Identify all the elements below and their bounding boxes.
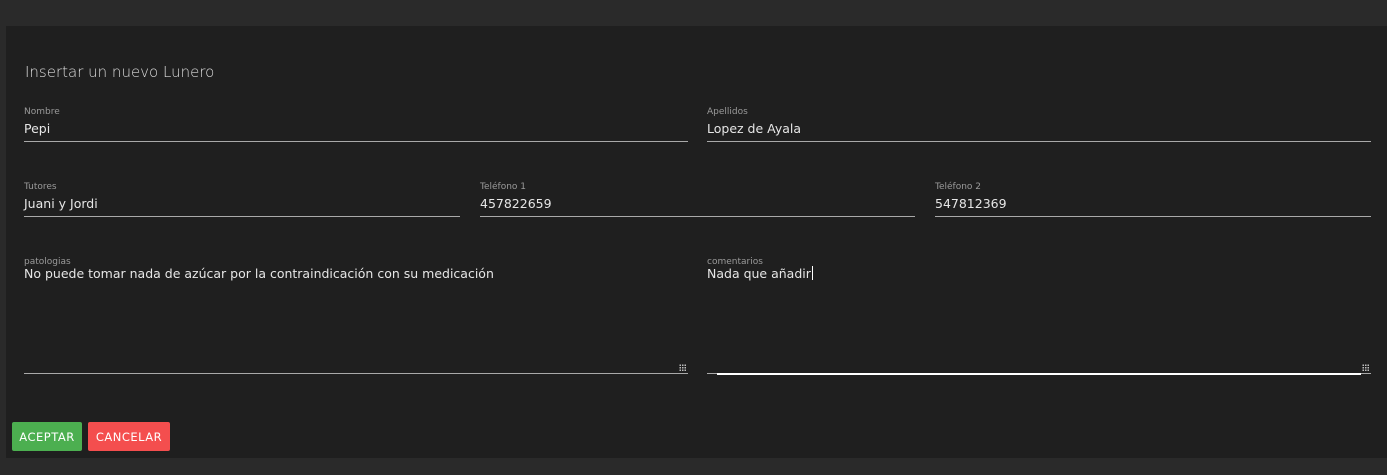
resize-handle-icon[interactable] [679, 364, 686, 371]
nombre-field[interactable]: Nombre Pepi [24, 107, 688, 142]
telefono1-field[interactable]: Teléfono 1 457822659 [480, 182, 915, 217]
tutores-field[interactable]: Tutores Juani y Jordi [24, 182, 460, 217]
accept-button[interactable]: ACEPTAR [12, 422, 82, 451]
focus-underline [717, 373, 1361, 375]
telefono2-input[interactable]: 547812369 [935, 196, 1007, 211]
insert-lunero-modal: Insertar un nuevo Lunero Nombre Pepi Ape… [6, 26, 1387, 458]
apellidos-label: Apellidos [707, 107, 748, 117]
telefono1-input[interactable]: 457822659 [480, 196, 552, 211]
apellidos-input[interactable]: Lopez de Ayala [707, 121, 801, 136]
nombre-label: Nombre [24, 107, 60, 117]
comentarios-field[interactable]: comentarios Nada que añadir [707, 257, 1371, 375]
telefono1-label: Teléfono 1 [480, 182, 527, 192]
text-caret [811, 266, 813, 280]
tutores-input[interactable]: Juani y Jordi [24, 196, 98, 211]
patologias-field[interactable]: patologias No puede tomar nada de azúcar… [24, 257, 688, 374]
comentarios-textarea[interactable]: Nada que añadir [707, 266, 813, 281]
apellidos-field[interactable]: Apellidos Lopez de Ayala [707, 107, 1371, 142]
comentarios-text: Nada que añadir [707, 266, 811, 281]
telefono2-field[interactable]: Teléfono 2 547812369 [935, 182, 1371, 217]
modal-title: Insertar un nuevo Lunero [25, 63, 215, 81]
nombre-input[interactable]: Pepi [24, 121, 50, 136]
telefono2-label: Teléfono 2 [935, 182, 982, 192]
resize-handle-icon[interactable] [1362, 364, 1369, 371]
patologias-textarea[interactable]: No puede tomar nada de azúcar por la con… [24, 266, 494, 281]
tutores-label: Tutores [24, 182, 57, 192]
cancel-button[interactable]: CANCELAR [88, 422, 170, 451]
